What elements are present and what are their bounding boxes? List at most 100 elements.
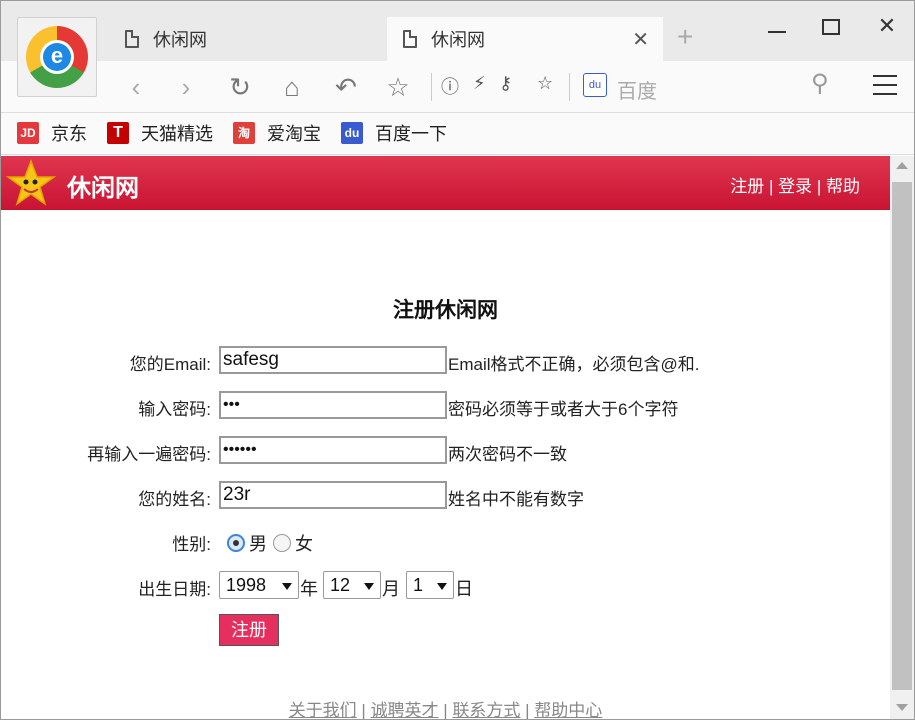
star-logo-icon (5, 158, 57, 206)
password-label: 输入密码: (138, 400, 211, 419)
birthday-row: 出生日期: 1998 年 12 月 1 日 (1, 571, 890, 601)
name-row: 您的姓名: 23r 姓名中不能有数字 (1, 481, 890, 511)
day-value: 1 (413, 575, 424, 595)
undo-icon[interactable]: ↶ (329, 71, 363, 103)
bookmark-label: 京东 (51, 124, 87, 144)
site-nav: 注册 | 登录 | 帮助 (730, 172, 860, 197)
close-tab-icon[interactable]: ✕ (632, 27, 649, 52)
gender-row: 性别: 男 女 (1, 526, 890, 556)
site-header: 休闲网 注册 | 登录 | 帮助 (1, 156, 890, 210)
tab-title: 休闲网 (431, 30, 485, 50)
bookmark-star-icon[interactable]: ☆ (537, 73, 553, 94)
menu-icon[interactable] (873, 75, 897, 102)
baidu-paw-icon: du (341, 122, 363, 144)
confirm-password-field[interactable]: •••••• (219, 436, 447, 464)
year-unit: 年 (300, 579, 318, 599)
nav-separator: | (812, 177, 826, 196)
careers-link[interactable]: 诚聘英才 (371, 701, 439, 719)
back-button[interactable]: ‹ (119, 71, 153, 103)
close-window-button[interactable]: ✕ (867, 13, 907, 39)
footer-separator: | (520, 701, 535, 720)
address-bar[interactable]: ⓘ ⚡ ⚷ ☆ du 百度 (431, 69, 851, 105)
email-row: 您的Email: safesg Email格式不正确，必须包含@和. (1, 346, 890, 376)
nav-separator: | (764, 177, 779, 196)
maximize-button[interactable] (811, 13, 851, 41)
bookmark-label: 天猫精选 (141, 124, 213, 144)
help-center-link[interactable]: 帮助中心 (534, 701, 602, 719)
gender-male-label: 男 (249, 534, 267, 554)
minimize-button[interactable] (757, 13, 797, 39)
gender-female-label: 女 (295, 534, 313, 554)
bookmark-taobao[interactable]: 淘 爱淘宝 (233, 121, 321, 145)
dropdown-arrow-icon (437, 583, 447, 590)
jd-icon: JD (17, 122, 39, 144)
contact-link[interactable]: 联系方式 (452, 701, 520, 719)
help-link[interactable]: 帮助 (826, 177, 860, 196)
month-value: 12 (330, 575, 351, 595)
bookmarks-bar: JD 京东 T 天猫精选 淘 爱淘宝 du 百度一下 (1, 113, 914, 155)
day-select[interactable]: 1 (406, 571, 454, 599)
gender-female-radio[interactable] (273, 534, 291, 552)
password-row: 输入密码: ••• 密码必须等于或者大于6个字符 (1, 391, 890, 421)
bookmark-tmall[interactable]: T 天猫精选 (107, 121, 213, 145)
maximize-icon (822, 19, 840, 35)
info-icon[interactable]: ⓘ (441, 73, 459, 99)
tab-active[interactable]: 休闲网 ✕ (387, 17, 663, 61)
day-unit: 日 (455, 579, 473, 599)
confirm-password-row: 再输入一遍密码: •••••• 两次密码不一致 (1, 436, 890, 466)
page-viewport: 休闲网 注册 | 登录 | 帮助 注册休闲网 您的Email: safesg E… (1, 156, 890, 720)
scroll-up-icon[interactable] (896, 162, 908, 169)
footer-separator: | (438, 701, 453, 720)
gender-male-radio[interactable] (227, 534, 245, 552)
favorite-star-icon[interactable]: ☆ (381, 71, 415, 103)
forward-button[interactable]: › (169, 71, 203, 103)
tab-inactive[interactable]: 休闲网 (109, 17, 387, 61)
name-error: 姓名中不能有数字 (448, 490, 584, 509)
password-field[interactable]: ••• (219, 391, 447, 419)
gender-options: 男 女 (227, 530, 319, 556)
about-link[interactable]: 关于我们 (289, 701, 357, 719)
reload-icon[interactable]: ↻ (223, 71, 257, 103)
home-icon[interactable]: ⌂ (275, 71, 309, 103)
site-name: 休闲网 (67, 175, 139, 202)
search-engine-label[interactable]: 百度 (617, 75, 657, 104)
search-icon[interactable]: ⚲ (811, 69, 829, 98)
dropdown-arrow-icon (282, 583, 292, 590)
vertical-scrollbar[interactable] (890, 156, 914, 719)
key-icon[interactable]: ⚷ (499, 73, 512, 94)
birthday-label: 出生日期: (138, 580, 211, 599)
tab-title: 休闲网 (153, 30, 207, 50)
dropdown-arrow-icon (364, 583, 374, 590)
scroll-thumb[interactable] (892, 182, 912, 690)
page-title: 注册休闲网 (393, 299, 498, 322)
bookmark-baidu[interactable]: du 百度一下 (341, 121, 447, 145)
register-link[interactable]: 注册 (730, 177, 764, 196)
year-value: 1998 (226, 575, 267, 595)
login-link[interactable]: 登录 (778, 177, 812, 196)
confirm-password-error: 两次密码不一致 (448, 445, 567, 464)
bookmark-label: 百度一下 (375, 124, 447, 144)
email-label: 您的Email: (129, 355, 211, 374)
year-select[interactable]: 1998 (219, 571, 299, 599)
gender-label: 性别: (172, 535, 211, 554)
month-select[interactable]: 12 (323, 571, 381, 599)
browser-logo-icon[interactable]: e (17, 17, 97, 97)
tab-strip: 休闲网 休闲网 ✕ + ✕ (1, 1, 914, 61)
email-error: Email格式不正确，必须包含@和. (448, 355, 700, 374)
bookmark-jd[interactable]: JD 京东 (17, 121, 87, 145)
register-button[interactable]: 注册 (219, 614, 279, 646)
document-icon (403, 30, 417, 48)
email-field[interactable]: safesg (219, 346, 447, 374)
tmall-icon: T (107, 122, 129, 144)
lightning-icon[interactable]: ⚡ (473, 73, 486, 94)
navigation-toolbar: ‹ › ↻ ⌂ ↶ ☆ ⓘ ⚡ ⚷ ☆ du 百度 (1, 61, 914, 113)
bookmark-label: 爱淘宝 (267, 124, 321, 144)
baidu-icon: du (583, 73, 607, 97)
scroll-down-icon[interactable] (896, 704, 908, 711)
name-field[interactable]: 23r (219, 481, 447, 509)
minimize-icon (768, 31, 786, 33)
new-tab-button[interactable]: + (677, 23, 693, 51)
document-icon (125, 30, 139, 48)
taobao-icon: 淘 (233, 122, 255, 144)
footer-separator: | (356, 701, 371, 720)
